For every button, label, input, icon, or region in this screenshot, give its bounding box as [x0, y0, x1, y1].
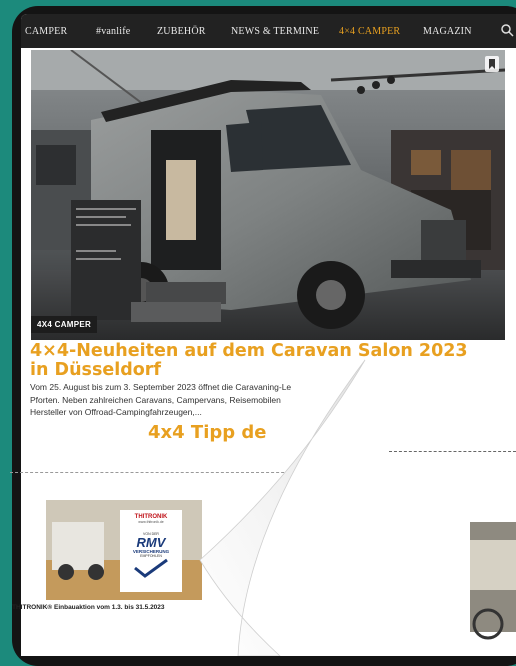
next-page-divider — [389, 451, 516, 452]
page-curl[interactable] — [0, 0, 516, 656]
